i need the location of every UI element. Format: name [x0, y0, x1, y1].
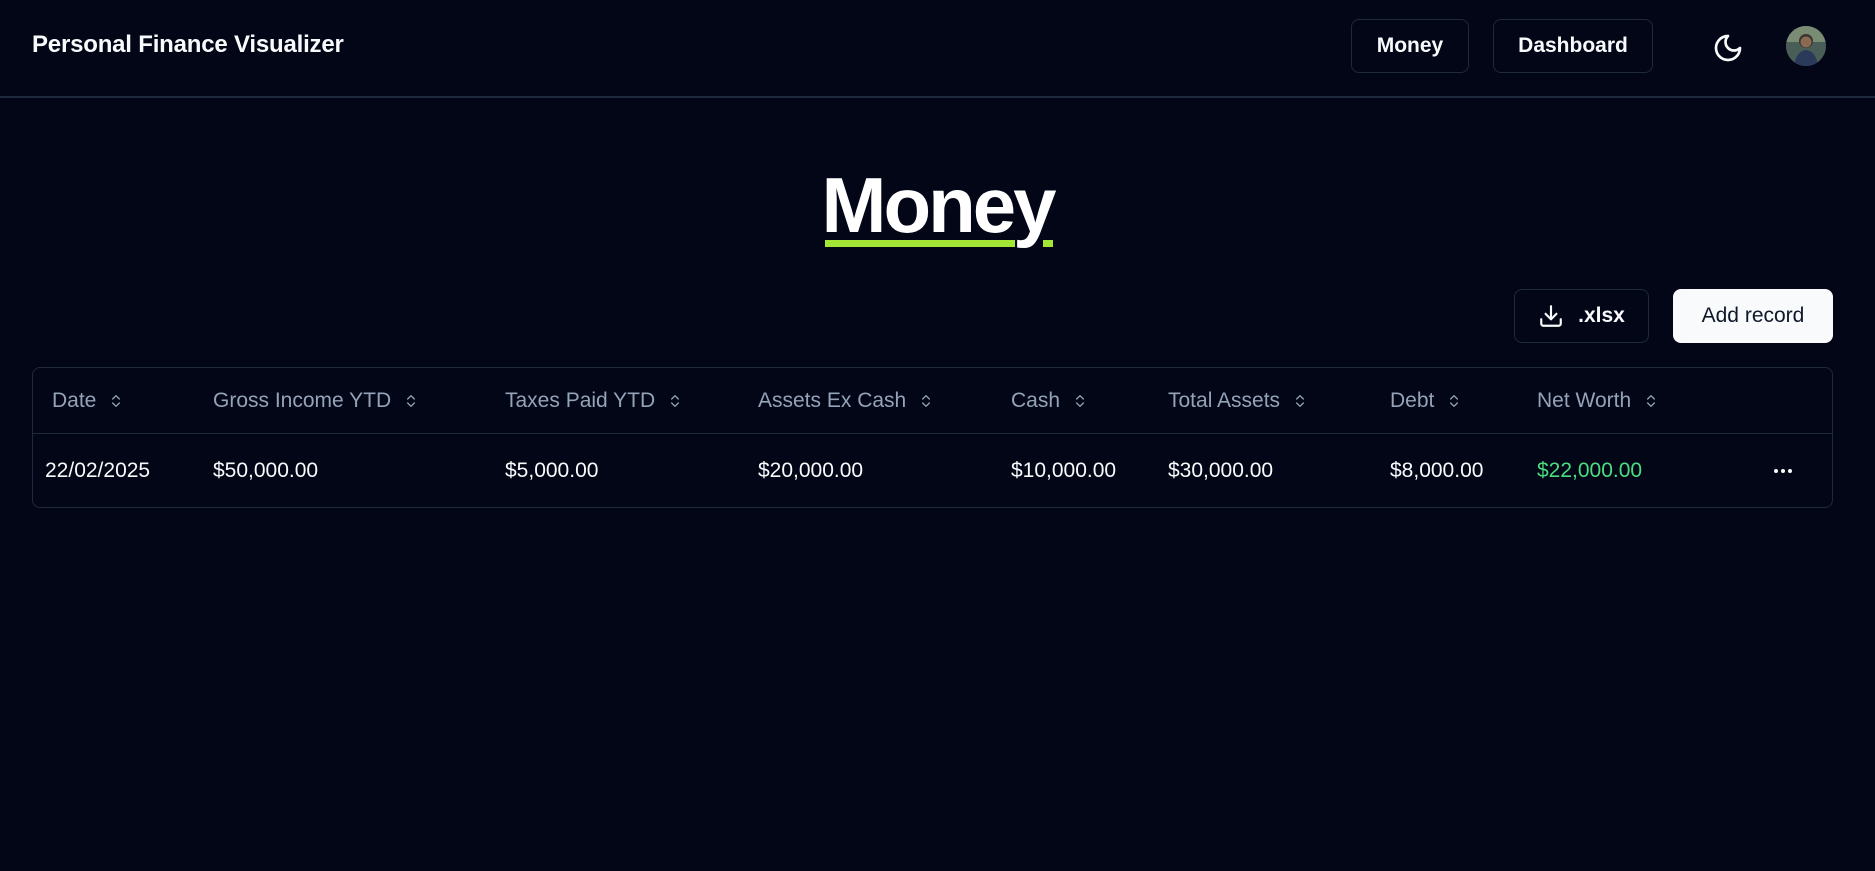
export-xlsx-button[interactable]: .xlsx — [1514, 289, 1649, 343]
download-icon — [1540, 305, 1562, 327]
records-table: Date Gross Income YTD Taxes Paid YTD Ass… — [32, 367, 1833, 508]
cell-assets-ex-cash: $20,000.00 — [758, 459, 864, 482]
column-header-cash[interactable]: Cash — [1011, 368, 1088, 434]
table-row[interactable]: 22/02/2025 $50,000.00 $5,000.00 $20,000.… — [33, 434, 1832, 508]
row-actions-button[interactable] — [1763, 454, 1803, 488]
chevrons-up-down-icon — [1296, 395, 1305, 407]
moon-icon — [1714, 34, 1742, 62]
avatar-image — [1786, 26, 1826, 66]
export-xlsx-label: .xlsx — [1578, 304, 1625, 327]
column-header-date[interactable]: Date — [52, 368, 124, 434]
column-header-debt[interactable]: Debt — [1390, 368, 1462, 434]
nav-money-button[interactable]: Money — [1351, 19, 1469, 73]
cell-date: 22/02/2025 — [45, 459, 151, 482]
title-underline-dot — [1043, 240, 1054, 247]
column-label: Cash — [1011, 389, 1061, 412]
column-label: Gross Income YTD — [213, 389, 392, 412]
page-title-area: Money — [0, 160, 1875, 250]
chevrons-up-down-icon — [1450, 395, 1459, 407]
app-brand[interactable]: Personal Finance Visualizer — [32, 31, 344, 59]
chevrons-up-down-icon — [407, 395, 416, 407]
cell-taxes-paid-ytd: $5,000.00 — [505, 459, 599, 482]
more-horizontal-icon — [1774, 469, 1792, 473]
theme-toggle-button[interactable] — [1704, 24, 1752, 72]
chevrons-up-down-icon — [671, 395, 680, 407]
cell-net-worth: $22,000.00 — [1537, 459, 1643, 482]
page-title-text: Money — [821, 161, 1056, 249]
column-header-total-assets[interactable]: Total Assets — [1168, 368, 1308, 434]
table-header: Date Gross Income YTD Taxes Paid YTD Ass… — [33, 368, 1832, 434]
add-record-button[interactable]: Add record — [1673, 289, 1833, 343]
cell-gross-income-ytd: $50,000.00 — [213, 459, 319, 482]
chevrons-up-down-icon — [922, 395, 931, 407]
cell-cash: $10,000.00 — [1011, 459, 1117, 482]
column-header-assets-ex-cash[interactable]: Assets Ex Cash — [758, 368, 934, 434]
cell-debt: $8,000.00 — [1390, 459, 1484, 482]
top-navbar: Personal Finance Visualizer Money Dashbo… — [0, 0, 1875, 98]
column-header-net-worth[interactable]: Net Worth — [1537, 368, 1659, 434]
user-avatar[interactable] — [1786, 26, 1826, 66]
nav-dashboard-button[interactable]: Dashboard — [1493, 19, 1653, 73]
page-title: Money — [821, 160, 1056, 250]
title-underline — [825, 240, 1016, 247]
column-header-taxes-paid-ytd[interactable]: Taxes Paid YTD — [505, 368, 683, 434]
column-label: Debt — [1390, 389, 1435, 412]
column-label: Date — [52, 389, 97, 412]
column-header-gross-income-ytd[interactable]: Gross Income YTD — [213, 368, 419, 434]
chevrons-up-down-icon — [1076, 395, 1085, 407]
chevrons-up-down-icon — [1647, 395, 1656, 407]
cell-total-assets: $30,000.00 — [1168, 459, 1274, 482]
chevrons-up-down-icon — [112, 395, 121, 407]
column-label: Net Worth — [1537, 389, 1632, 412]
column-label: Taxes Paid YTD — [505, 389, 656, 412]
column-label: Assets Ex Cash — [758, 389, 907, 412]
column-label: Total Assets — [1168, 389, 1281, 412]
